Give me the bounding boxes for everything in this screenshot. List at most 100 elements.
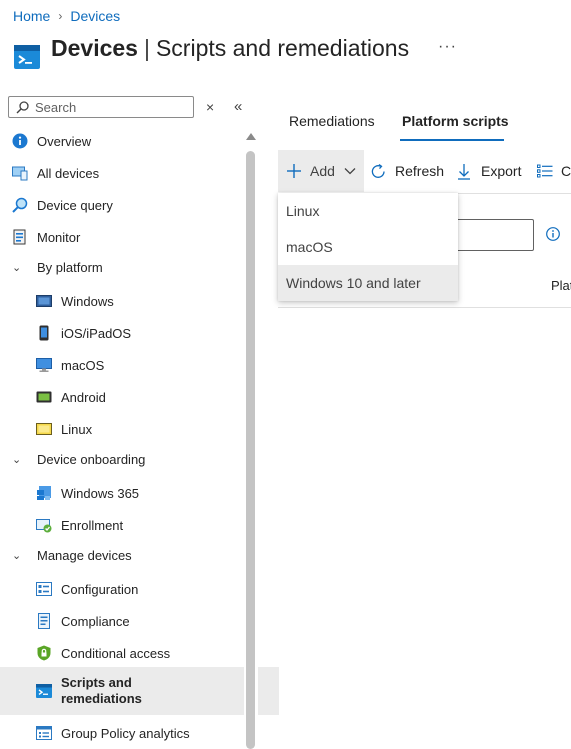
sidebar-item-android[interactable]: Android <box>0 386 279 408</box>
sidebar-item-overview[interactable]: Overview <box>0 130 255 152</box>
sidebar-item-label-line2: remediations <box>61 691 142 706</box>
chevron-down-icon <box>344 168 356 175</box>
sidebar-item-windows[interactable]: Windows <box>0 290 279 312</box>
search-placeholder: Search <box>35 99 77 115</box>
conditional-access-shield-icon <box>37 645 51 661</box>
search-icon <box>16 100 29 113</box>
sidebar-item-monitor[interactable]: Monitor <box>0 226 255 248</box>
columns-button-label: Co <box>561 163 571 179</box>
sidebar-item-label: Group Policy analytics <box>61 725 190 741</box>
scripts-blade-icon <box>14 45 40 69</box>
export-button-label: Export <box>481 163 522 179</box>
download-icon <box>458 163 470 180</box>
sidebar-group-label: Device onboarding <box>37 451 146 467</box>
refresh-button[interactable]: Refresh <box>370 150 444 192</box>
compliance-icon <box>38 613 50 629</box>
sidebar-item-scripts-and-remediations[interactable]: Scripts and remediations <box>0 667 279 715</box>
sidebar-item-label: Monitor <box>37 229 81 245</box>
sidebar-item-macos[interactable]: macOS <box>0 354 279 376</box>
sidebar-item-configuration[interactable]: Configuration <box>0 578 279 600</box>
sidebar-group-device-onboarding[interactable]: ⌄ Device onboarding <box>0 448 255 470</box>
chevron-down-icon: ⌄ <box>12 261 22 274</box>
sidebar-item-label: Device query <box>37 197 113 213</box>
group-policy-icon <box>36 726 52 740</box>
devices-icon <box>12 166 28 181</box>
sidebar-item-label: Compliance <box>61 613 130 629</box>
sidebar-item-windows365[interactable]: Windows 365 <box>0 482 279 504</box>
breadcrumb: Home › Devices <box>13 8 120 24</box>
sidebar-group-by-platform[interactable]: ⌄ By platform <box>0 256 255 278</box>
chevron-down-icon: ⌄ <box>12 453 22 466</box>
android-device-icon <box>36 391 52 403</box>
page-title-separator: | <box>143 35 150 61</box>
export-button[interactable]: Export <box>457 150 521 192</box>
add-button-label: Add <box>310 163 335 179</box>
sidebar-item-label: Android <box>61 389 106 405</box>
columns-icon <box>537 164 553 178</box>
sidebar-item-label: Linux <box>61 421 93 437</box>
sidebar-group-label: Manage devices <box>37 547 132 563</box>
sidebar-item-device-query[interactable]: Device query <box>0 194 255 216</box>
page-title-main: Devices <box>51 35 138 61</box>
sidebar-item-label: Windows 365 <box>61 485 140 501</box>
more-options-button[interactable]: ··· <box>438 38 457 56</box>
sidebar-item-label: Conditional access <box>61 645 171 661</box>
sidebar-item-conditional-access[interactable]: Conditional access <box>0 642 279 664</box>
tab-platform-scripts[interactable]: Platform scripts <box>402 113 509 129</box>
sidebar-item-group-policy-analytics[interactable]: Group Policy analytics <box>0 722 279 744</box>
page-title-sub: Scripts and remediations <box>155 35 410 61</box>
info-icon <box>12 133 28 149</box>
active-tab-indicator <box>400 139 504 141</box>
scripts-icon <box>36 684 52 698</box>
sidebar-group-manage-devices[interactable]: ⌄ Manage devices <box>0 544 255 566</box>
refresh-button-label: Refresh <box>395 163 445 179</box>
sidebar-item-label-line1: Scripts and <box>61 675 132 690</box>
enrollment-icon <box>36 519 52 533</box>
breadcrumb-separator: › <box>58 9 63 23</box>
macos-device-icon <box>36 358 52 372</box>
sidebar-item-label: Overview <box>37 133 92 149</box>
configuration-icon <box>36 582 52 596</box>
refresh-icon <box>371 163 385 178</box>
scroll-up-arrow-icon[interactable] <box>246 133 256 140</box>
collapse-sidebar-button[interactable]: « <box>234 98 242 115</box>
filter-input[interactable] <box>448 219 534 251</box>
clear-search-button[interactable]: × <box>206 99 214 115</box>
info-icon[interactable] <box>546 227 560 241</box>
page-title: Devices | Scripts and remediations <box>51 35 409 62</box>
menu-item-macos[interactable]: macOS <box>278 229 458 265</box>
plus-icon <box>287 164 301 178</box>
tab-remediations[interactable]: Remediations <box>289 113 375 129</box>
breadcrumb-devices[interactable]: Devices <box>70 8 120 24</box>
device-query-icon <box>12 197 28 213</box>
sidebar-item-enrollment[interactable]: Enrollment <box>0 514 279 536</box>
sidebar-item-label: Scripts and remediations <box>61 675 142 707</box>
sidebar-item-compliance[interactable]: Compliance <box>0 610 279 632</box>
sidebar-item-label: Enrollment <box>61 517 124 533</box>
sidebar-group-label: By platform <box>37 259 103 275</box>
sidebar-item-all-devices[interactable]: All devices <box>0 162 255 184</box>
windows365-icon <box>37 486 51 500</box>
sidebar-item-ios[interactable]: iOS/iPadOS <box>0 322 279 344</box>
monitor-icon <box>13 229 26 245</box>
menu-item-linux[interactable]: Linux <box>278 193 458 229</box>
sidebar-item-label: iOS/iPadOS <box>61 325 132 341</box>
sidebar-scrollbar-thumb[interactable] <box>246 151 255 749</box>
menu-item-windows-10-and-later[interactable]: Windows 10 and later <box>278 265 458 301</box>
windows-device-icon <box>36 295 52 307</box>
columns-button[interactable]: Co <box>537 150 571 192</box>
add-dropdown-menu: Linux macOS Windows 10 and later <box>278 193 458 301</box>
ios-device-icon <box>39 325 49 341</box>
linux-device-icon <box>36 423 52 435</box>
add-button[interactable]: Add <box>278 150 364 192</box>
sidebar-item-label: Configuration <box>61 581 139 597</box>
sidebar-item-label: Windows <box>61 293 114 309</box>
sidebar-item-label: All devices <box>37 165 100 181</box>
chevron-down-icon: ⌄ <box>12 549 22 562</box>
breadcrumb-home[interactable]: Home <box>13 8 50 24</box>
sidebar-item-linux[interactable]: Linux <box>0 418 279 440</box>
table-header-divider <box>278 307 571 308</box>
sidebar-item-label: macOS <box>61 357 105 373</box>
search-input[interactable]: Search <box>8 96 194 118</box>
column-header-platform[interactable]: Platf <box>551 278 571 293</box>
